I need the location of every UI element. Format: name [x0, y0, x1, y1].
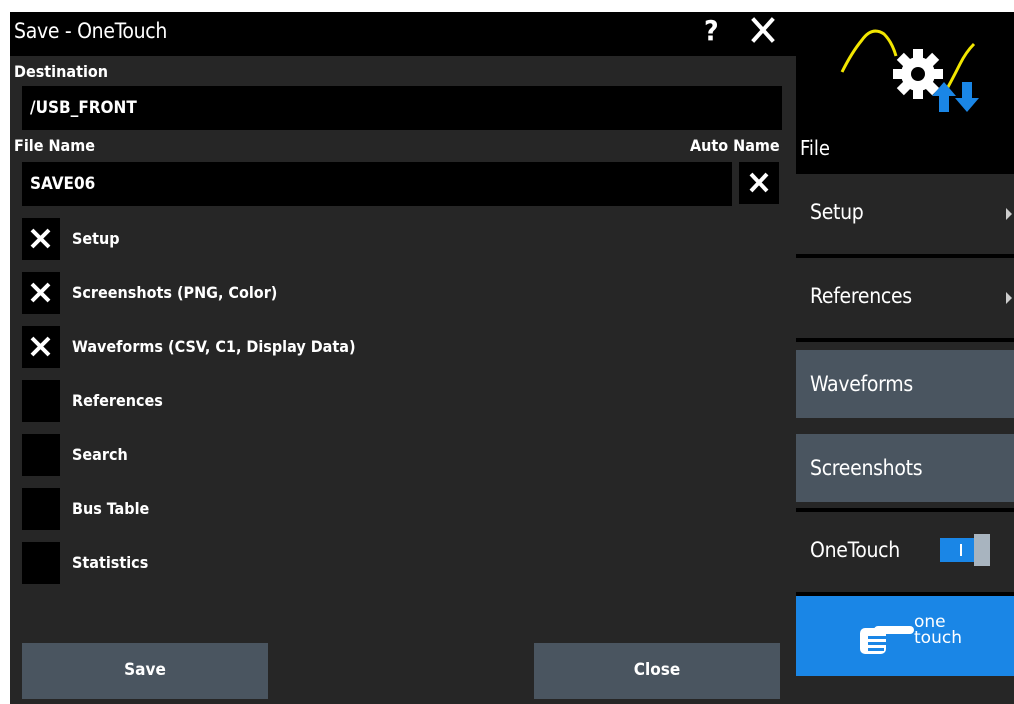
checkbox[interactable] [22, 218, 60, 260]
filename-label: File Name [14, 136, 95, 155]
sidebar-item-references[interactable]: References [796, 258, 1014, 338]
option-search[interactable]: Search [22, 434, 622, 476]
sidebar-item-label: Screenshots [810, 456, 923, 480]
sidebar-item-screenshots[interactable]: Screenshots [796, 434, 1014, 502]
toggle-switch[interactable] [940, 532, 990, 568]
save-button[interactable]: Save [22, 643, 268, 699]
dialog-title: Save - OneTouch [14, 19, 168, 43]
option-statistics[interactable]: Statistics [22, 542, 622, 584]
autoname-checkbox[interactable] [739, 162, 779, 204]
dialog-titlebar: Save - OneTouch ? [10, 12, 796, 56]
option-bus-table[interactable]: Bus Table [22, 488, 622, 530]
destination-field[interactable]: /USB_FRONT [22, 86, 782, 130]
onetouch-button[interactable]: one touch [796, 596, 1014, 676]
option-waveforms[interactable]: Waveforms (CSV, C1, Display Data) [22, 326, 622, 368]
destination-label: Destination [14, 62, 109, 81]
checkbox[interactable] [22, 434, 60, 476]
option-label: Search [72, 445, 128, 464]
checkbox[interactable] [22, 272, 60, 314]
divider [796, 338, 1014, 342]
sidebar-item-label: Waveforms [810, 372, 913, 396]
close-icon[interactable] [744, 12, 788, 52]
gear-icon [893, 49, 943, 99]
option-label: Setup [72, 229, 120, 248]
arrow-down-icon [955, 82, 979, 112]
option-references[interactable]: References [22, 380, 622, 422]
filename-field[interactable]: SAVE06 [22, 162, 732, 206]
option-label: Bus Table [72, 499, 150, 518]
option-label: Waveforms (CSV, C1, Display Data) [72, 337, 356, 356]
file-menu-sidebar: File Setup References Waveforms Screensh… [796, 12, 1014, 704]
sidebar-item-onetouch[interactable]: OneTouch [796, 512, 1014, 592]
sidebar-header: File [796, 12, 1014, 170]
check-icon [30, 282, 51, 303]
sidebar-item-label: OneTouch [810, 538, 900, 562]
option-setup[interactable]: Setup [22, 218, 622, 260]
check-icon [30, 228, 51, 249]
autoname-label: Auto Name [690, 136, 780, 155]
close-button[interactable]: Close [534, 643, 780, 699]
check-icon [30, 336, 51, 357]
sidebar-item-waveforms[interactable]: Waveforms [796, 350, 1014, 418]
help-icon[interactable]: ? [704, 14, 719, 47]
sidebar-item-label: Setup [810, 200, 864, 224]
save-dialog: Save - OneTouch ? Destination /USB_FRONT… [10, 12, 796, 704]
screen: Save - OneTouch ? Destination /USB_FRONT… [10, 12, 1014, 704]
option-screenshots[interactable]: Screenshots (PNG, Color) [22, 272, 622, 314]
save-file-icon [840, 29, 979, 112]
option-label: Statistics [72, 553, 149, 572]
checkbox[interactable] [22, 380, 60, 422]
sidebar-item-label: References [810, 284, 912, 308]
hand-pointer-icon [860, 626, 914, 654]
submenu-arrow-icon [1006, 208, 1012, 220]
check-icon [749, 172, 769, 193]
checkbox[interactable] [22, 326, 60, 368]
sidebar-section-label: File [800, 136, 830, 160]
checkbox[interactable] [22, 542, 60, 584]
option-label: References [72, 391, 163, 410]
checkbox[interactable] [22, 488, 60, 530]
submenu-arrow-icon [1006, 292, 1012, 304]
sidebar-item-setup[interactable]: Setup [796, 174, 1014, 254]
onetouch-text-bottom: touch [914, 628, 962, 648]
option-label: Screenshots (PNG, Color) [72, 283, 278, 302]
